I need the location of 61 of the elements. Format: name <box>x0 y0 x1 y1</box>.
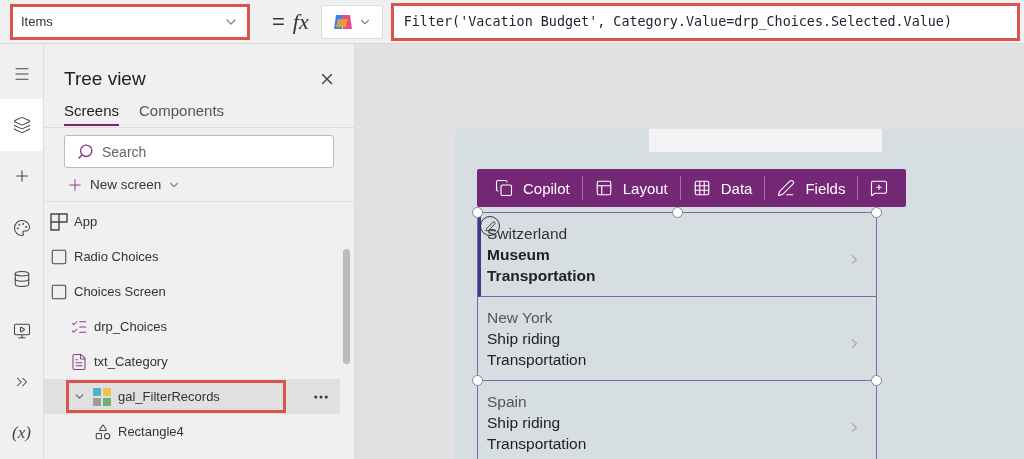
gallery-title: New York <box>487 308 554 328</box>
tab[interactable]: Screens <box>64 100 120 126</box>
panel-title: Tree view <box>64 68 146 90</box>
resize-handle[interactable] <box>871 207 882 218</box>
tree-item-label: Rectangle4 <box>118 424 184 439</box>
toolbar-button[interactable]: Copilot <box>483 176 583 200</box>
tree-item[interactable]: App <box>44 204 340 239</box>
tree-item-label: Radio Choices <box>74 249 159 264</box>
rail-button[interactable] <box>0 99 43 151</box>
pen-icon <box>777 179 796 197</box>
resize-handle[interactable] <box>871 375 882 386</box>
toolbar-button[interactable]: Layout <box>582 176 681 200</box>
copilot-icon <box>495 179 513 197</box>
formula-field[interactable]: Filter('Vacation Budget', Category.Value=drp_Choices.Selected.Value) <box>390 2 1020 41</box>
tree-item[interactable]: drp_Choices <box>44 309 340 344</box>
copilot-button[interactable] <box>320 4 383 39</box>
palette-icon <box>12 218 31 237</box>
gallery-title: Spain <box>487 392 528 412</box>
gallery-subtitle: Ship riding <box>487 329 562 349</box>
fx-label: fx <box>292 8 309 35</box>
resize-handle[interactable] <box>472 207 483 218</box>
comment-add-icon <box>870 179 889 197</box>
tree-item-label: App <box>74 214 98 229</box>
tree-item[interactable]: txt_Category <box>44 344 340 379</box>
gallery-subtitle: Museum <box>487 245 551 265</box>
resize-handle[interactable] <box>472 375 483 386</box>
tree-item-label: drp_Choices <box>94 319 167 334</box>
tree-item-label: txt_Category <box>94 354 168 369</box>
equals-sign: = <box>272 8 285 35</box>
toolbar-button[interactable]: Fields <box>765 176 859 200</box>
tree-item[interactable]: gal_FilterRecords <box>44 379 340 414</box>
layout-icon <box>594 179 613 197</box>
resize-handle[interactable] <box>672 207 683 218</box>
variables-button[interactable]: (x) <box>0 407 43 459</box>
screen-icon <box>50 282 68 301</box>
database-icon <box>12 270 31 289</box>
tree-item-label: Choices Screen <box>74 284 166 299</box>
screen-icon <box>50 247 68 266</box>
text-icon <box>70 352 88 371</box>
shapes-icon <box>94 422 112 441</box>
tree-item-label: gal_FilterRecords <box>118 389 220 404</box>
toolbar-button[interactable]: Data <box>680 176 766 200</box>
gallery-subtitle: Ship riding <box>487 413 562 433</box>
new-screen-button[interactable]: New screen <box>90 177 162 192</box>
media-icon <box>12 321 31 340</box>
search-icon <box>77 143 94 160</box>
app-icon <box>50 212 68 231</box>
layers-icon <box>12 116 31 135</box>
tree-item[interactable]: Choices Screen <box>44 274 340 309</box>
scrollbar[interactable] <box>343 249 350 364</box>
gallery-category: Transportation <box>487 434 587 454</box>
tab[interactable]: Components <box>139 100 225 126</box>
tree-item[interactable]: Rectangle4 <box>44 414 340 449</box>
gallery-icon <box>92 386 112 407</box>
gallery-title: Switzerland <box>487 224 569 244</box>
tree-item[interactable]: Radio Choices <box>44 239 340 274</box>
grid-icon <box>692 179 711 197</box>
search-field[interactable]: Search <box>64 135 334 168</box>
gallery-category: Transportation <box>487 350 587 370</box>
property-dropdown[interactable]: Items <box>10 3 250 40</box>
gallery-category: Transportation <box>487 266 596 286</box>
